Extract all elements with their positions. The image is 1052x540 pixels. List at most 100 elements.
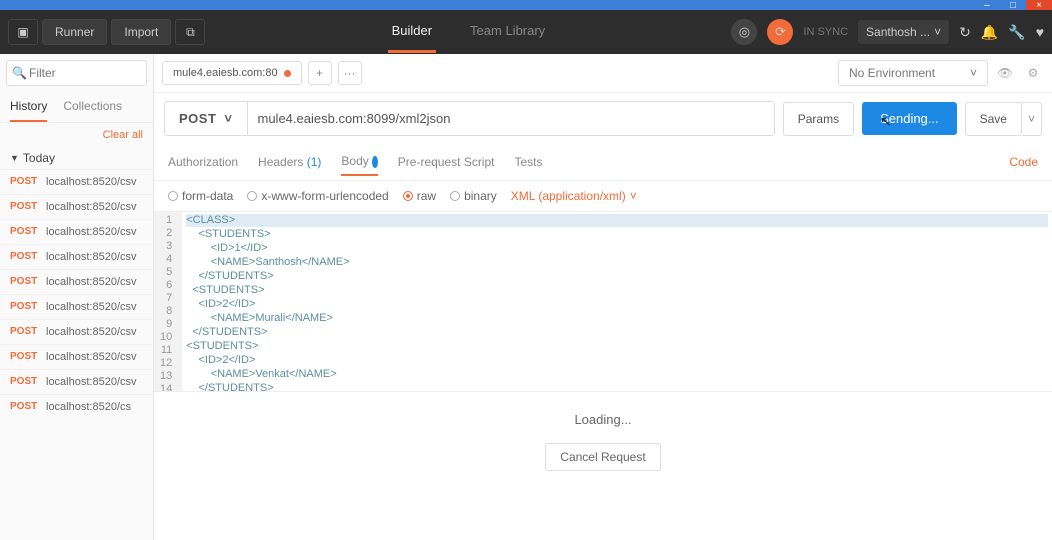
body-type-options: form-data x-www-form-urlencoded raw bina… xyxy=(154,181,1052,212)
history-item[interactable]: POSTlocalhost:8520/csv xyxy=(0,194,153,219)
content-type-select[interactable]: XML (application/xml) ˅ xyxy=(511,189,637,203)
history-item-url: localhost:8520/csv xyxy=(46,326,143,338)
refresh-icon[interactable]: ↻ xyxy=(959,24,971,41)
history-item[interactable]: POST localhost:8520/csv xyxy=(0,344,153,369)
history-item-url: localhost:8520/csv xyxy=(46,276,143,288)
history-item-url: localhost:8520/csv xyxy=(46,176,143,188)
history-item[interactable]: POST localhost:8520/csv xyxy=(0,319,153,344)
collections-tab[interactable]: Collections xyxy=(63,92,122,122)
window-maximize-button[interactable]: □ xyxy=(1000,0,1026,10)
history-item-url: localhost:8520/csv xyxy=(46,226,143,238)
history-item-method: POST xyxy=(10,401,38,413)
history-item-method: POST xyxy=(10,351,38,363)
prerequest-tab[interactable]: Pre-request Script xyxy=(398,149,495,175)
chevron-down-icon: ˅ xyxy=(934,25,941,39)
request-tabbar: mule4.eaiesb.com:80 + ··· No Environment… xyxy=(154,54,1052,93)
history-item[interactable]: POST localhost:8520/csv xyxy=(0,369,153,394)
raw-radio[interactable]: raw xyxy=(403,189,436,203)
filter-input[interactable] xyxy=(6,60,147,86)
chevron-down-icon: ˅ xyxy=(970,66,977,80)
search-icon: 🔍 xyxy=(12,66,27,80)
unsaved-dot-icon xyxy=(284,70,291,77)
history-item[interactable]: POST localhost:8520/csv xyxy=(0,244,153,269)
editor-code[interactable]: <CLASS> <STUDENTS> <ID>1</ID> <NAME>Sant… xyxy=(182,212,1052,391)
method-label: POST xyxy=(179,111,216,126)
history-item-method: POST xyxy=(10,226,38,238)
tests-tab[interactable]: Tests xyxy=(514,149,542,175)
chevron-down-icon: ˅ xyxy=(224,111,232,126)
content-type-label: XML (application/xml) xyxy=(511,189,626,203)
history-item-method: POST xyxy=(10,251,38,263)
heart-icon[interactable]: ♥ xyxy=(1036,24,1044,40)
url-input[interactable] xyxy=(248,101,775,136)
app-header: ▣ Runner Import ⧉ Builder Team Library ◎… xyxy=(0,10,1052,54)
history-item[interactable]: POST localhost:8520/cs xyxy=(0,394,153,419)
history-item-method: POST xyxy=(10,326,38,338)
history-item[interactable]: POSTlocalhost:8520/csv xyxy=(0,169,153,194)
request-row: POST ˅ Params Sending... ↖ Save ˅ xyxy=(154,93,1052,144)
binary-radio[interactable]: binary xyxy=(450,189,497,203)
urlencoded-radio[interactable]: x-www-form-urlencoded xyxy=(247,189,388,203)
add-tab-button[interactable]: + xyxy=(308,61,332,85)
user-menu[interactable]: Santhosh ... ˅ xyxy=(858,20,949,44)
environment-settings-icon[interactable]: ⚙ xyxy=(1022,62,1044,84)
authorization-tab[interactable]: Authorization xyxy=(168,149,238,175)
send-button[interactable]: Sending... ↖ xyxy=(862,102,957,135)
history-item-method: POST xyxy=(10,301,38,313)
body-editor[interactable]: 1234567891011121314 <CLASS> <STUDENTS> <… xyxy=(154,212,1052,392)
environment-quicklook-icon[interactable]: 👁 xyxy=(994,62,1016,84)
cursor-icon: ↖ xyxy=(880,113,892,130)
history-item-url: localhost:8520/csv xyxy=(46,351,143,363)
sync-status-icon[interactable]: ⟳ xyxy=(767,19,793,45)
history-list: POST localhost:8520/csv POST localhost:8520… xyxy=(0,169,153,540)
import-button[interactable]: Import xyxy=(111,19,171,45)
history-item-url: localhost:8520/csv xyxy=(46,251,143,263)
history-item-url: localhost:8520/csv xyxy=(46,301,143,313)
save-button[interactable]: Save xyxy=(965,102,1022,136)
body-tab[interactable]: Body xyxy=(341,148,377,176)
history-item-method: POST xyxy=(10,276,38,288)
window-close-button[interactable]: × xyxy=(1026,0,1052,10)
request-tab[interactable]: mule4.eaiesb.com:80 xyxy=(162,61,302,85)
interceptor-icon[interactable]: ◎ xyxy=(731,19,757,45)
notifications-icon[interactable]: 🔔 xyxy=(981,24,998,41)
history-item-url: localhost:8520/csv xyxy=(46,376,143,388)
clear-all-link[interactable]: Clear all xyxy=(0,123,153,147)
settings-icon[interactable]: 🔧 xyxy=(1008,24,1025,41)
method-select[interactable]: POST ˅ xyxy=(164,101,248,136)
history-group-label: Today xyxy=(23,151,55,165)
sync-status-label: IN SYNC xyxy=(803,26,848,38)
history-item-url: localhost:8520/cs xyxy=(46,401,143,413)
params-button[interactable]: Params xyxy=(783,102,854,136)
environment-label: No Environment xyxy=(849,66,935,80)
body-modified-dot-icon xyxy=(372,156,378,168)
history-item-method: POST xyxy=(10,376,38,388)
window-minimize-button[interactable]: – xyxy=(974,0,1000,10)
history-group-today[interactable]: ▼ Today xyxy=(0,147,153,169)
history-item[interactable]: POST localhost:8520/csv xyxy=(0,294,153,319)
new-tab-icon[interactable]: ⧉ xyxy=(175,19,205,45)
history-item[interactable]: POST localhost:8520/csv xyxy=(0,269,153,294)
cancel-request-button[interactable]: Cancel Request xyxy=(545,443,660,471)
user-name-label: Santhosh ... xyxy=(866,25,930,39)
request-subtabs: Authorization Headers (1) Body Pre-reque… xyxy=(154,144,1052,181)
history-tab[interactable]: History xyxy=(10,92,47,122)
environment-select[interactable]: No Environment ˅ xyxy=(838,60,988,86)
save-options-button[interactable]: ˅ xyxy=(1022,102,1042,136)
runner-button[interactable]: Runner xyxy=(42,19,107,45)
window-titlebar: – □ × xyxy=(0,0,1052,10)
caret-down-icon: ▼ xyxy=(10,153,19,163)
form-data-radio[interactable]: form-data xyxy=(168,189,233,203)
headers-tab[interactable]: Headers (1) xyxy=(258,149,321,175)
builder-tab[interactable]: Builder xyxy=(388,11,436,53)
tab-options-button[interactable]: ··· xyxy=(338,61,362,85)
editor-gutter: 1234567891011121314 xyxy=(154,212,182,391)
history-item[interactable]: POST localhost:8520/csv xyxy=(0,219,153,244)
request-tab-label: mule4.eaiesb.com:80 xyxy=(173,67,278,79)
toggle-sidebar-icon[interactable]: ▣ xyxy=(8,19,38,45)
sidebar: 🔍 History Collections Clear all ▼ Today … xyxy=(0,54,154,540)
history-item-method: POST xyxy=(10,201,38,213)
code-link[interactable]: Code xyxy=(1009,149,1038,175)
team-library-tab[interactable]: Team Library xyxy=(466,11,549,53)
chevron-down-icon: ˅ xyxy=(630,189,637,203)
